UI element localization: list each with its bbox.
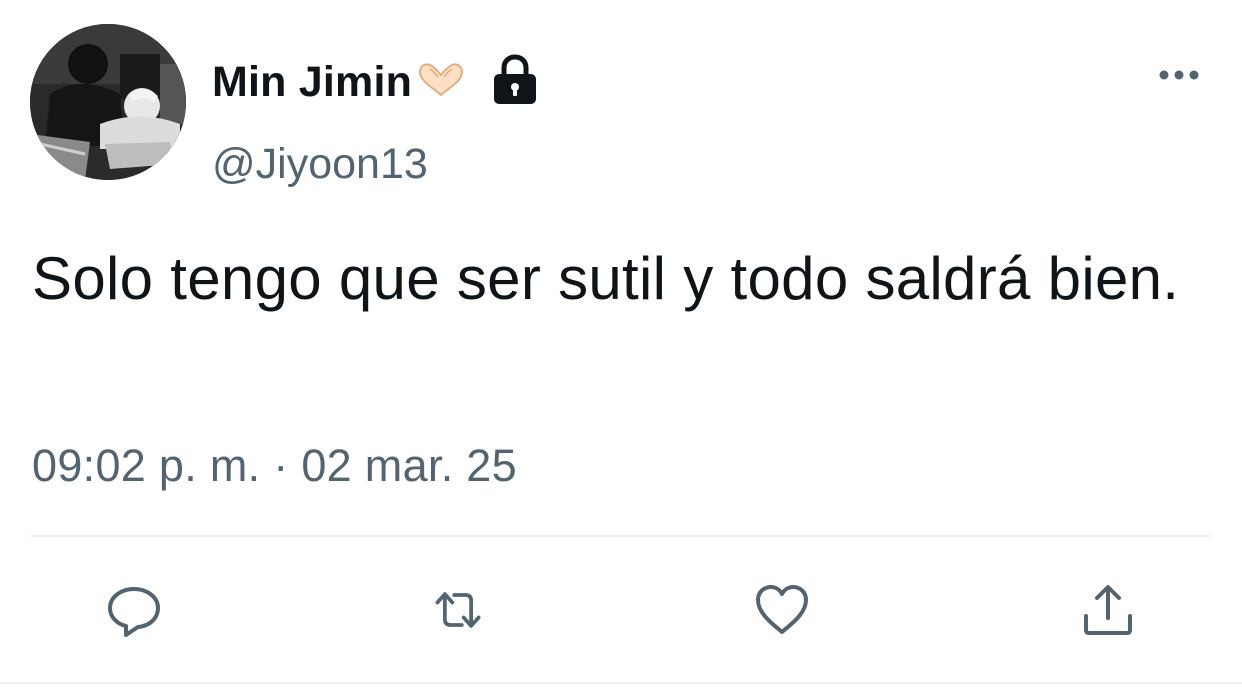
tweet-text: Solo tengo que ser sutil y todo saldrá b… — [32, 245, 1180, 312]
reply-icon — [108, 587, 160, 637]
retweet-icon — [435, 592, 481, 628]
user-handle[interactable]: @Jiyoon13 — [212, 140, 428, 189]
tweet-timestamp[interactable]: 09:02 p. m. · 02 mar. 25 — [32, 440, 517, 492]
more-options-icon[interactable] — [1156, 64, 1202, 86]
heart-icon — [756, 585, 808, 634]
avatar-photo — [30, 24, 186, 180]
lock-icon — [490, 53, 540, 111]
like-button[interactable] — [752, 580, 812, 640]
share-icon — [1084, 585, 1132, 635]
avatar[interactable] — [30, 24, 186, 180]
reply-button[interactable] — [104, 580, 164, 640]
heart-hands-icon — [414, 61, 468, 104]
display-name-row: Min Jimin — [212, 52, 540, 112]
divider — [30, 535, 1212, 537]
share-button[interactable] — [1078, 580, 1138, 640]
bottom-divider — [0, 682, 1242, 684]
retweet-button[interactable] — [428, 580, 488, 640]
display-name[interactable]: Min Jimin — [212, 58, 412, 107]
